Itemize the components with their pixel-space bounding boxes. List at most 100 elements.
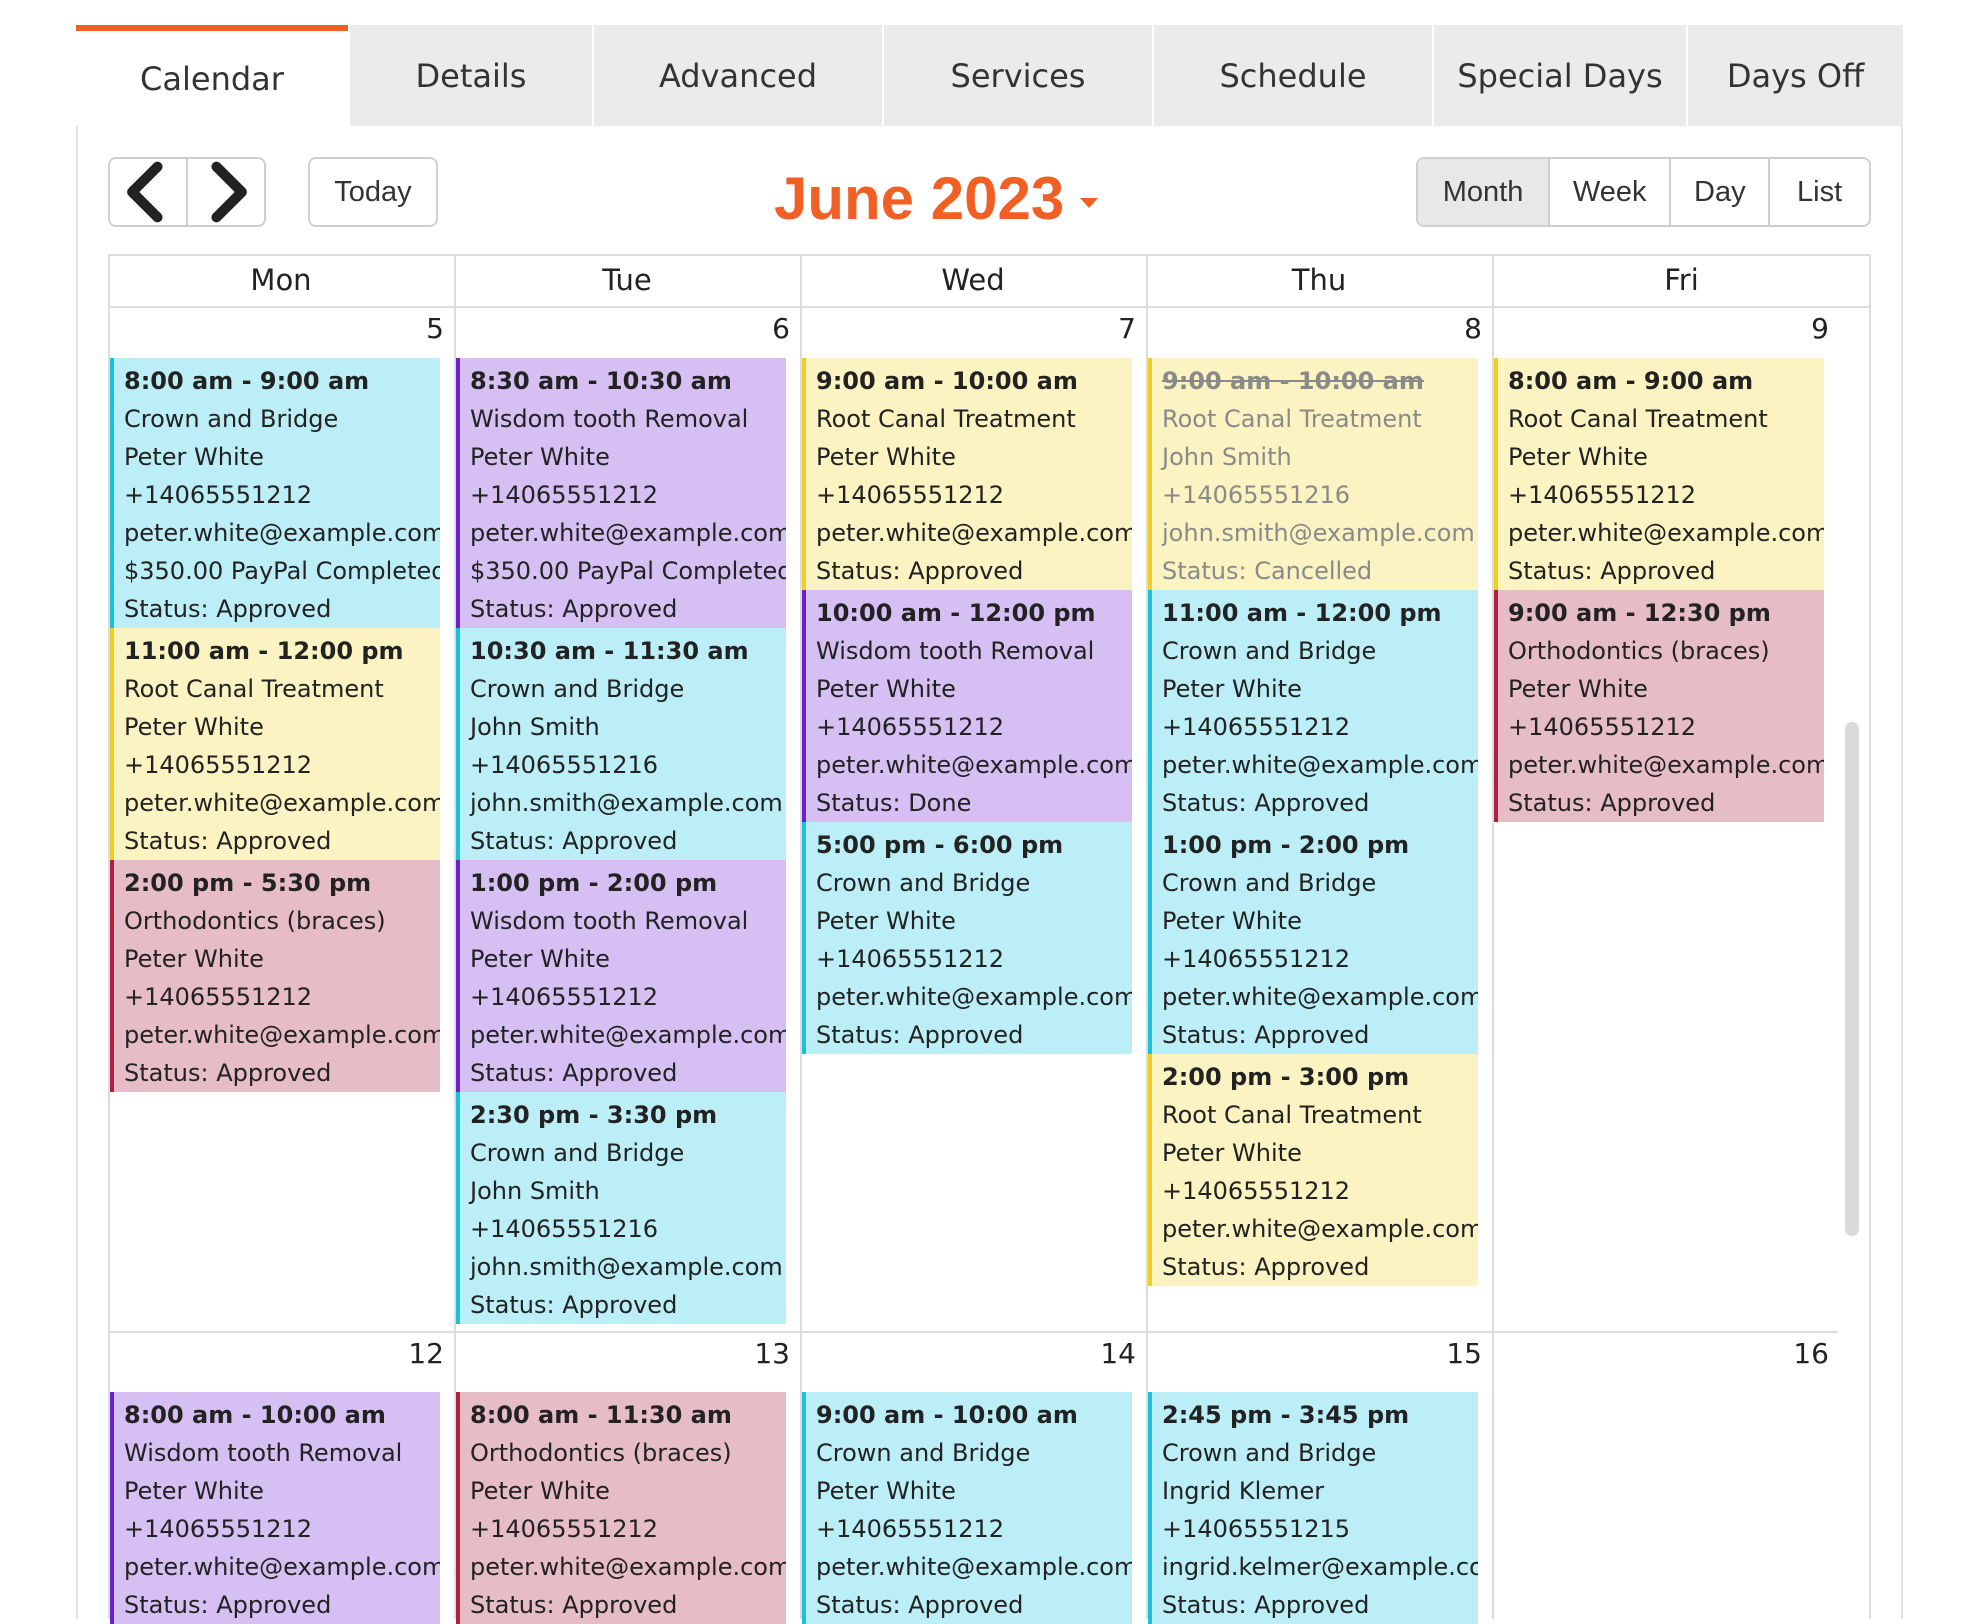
event-email: peter.white@example.com <box>816 983 1132 1011</box>
day-number[interactable]: 15 <box>1422 1337 1482 1370</box>
event-email: peter.white@example.com <box>470 1021 786 1049</box>
event-time: 2:45 pm - 3:45 pm <box>1162 1401 1410 1429</box>
tab-schedule[interactable]: Schedule <box>1152 25 1432 126</box>
day-number[interactable]: 13 <box>730 1337 790 1370</box>
appointment-event[interactable]: 10:30 am - 11:30 am Crown and Bridge John … <box>456 628 786 860</box>
today-button[interactable]: Today <box>308 157 438 227</box>
event-service: Wisdom tooth Removal <box>470 907 749 935</box>
tab-details[interactable]: Details <box>348 25 592 126</box>
event-client: Peter White <box>1162 675 1302 703</box>
prev-button[interactable] <box>110 159 186 225</box>
event-client: Peter White <box>816 675 956 703</box>
day-number[interactable]: 7 <box>1076 312 1136 345</box>
event-email: peter.white@example.com <box>1162 1215 1478 1243</box>
appointment-event[interactable]: 9:00 am - 10:00 am Crown and Bridge Peter … <box>802 1392 1132 1624</box>
event-time: 2:00 pm - 3:00 pm <box>1162 1063 1410 1091</box>
appointment-event[interactable]: 11:00 am - 12:00 pm Root Canal Treatment P… <box>110 628 440 860</box>
event-time: 8:00 am - 9:00 am <box>1508 367 1754 395</box>
appointment-event[interactable]: 8:00 am - 9:00 am Root Canal Treatment Pet… <box>1494 358 1824 590</box>
appointment-event[interactable]: 8:00 am - 9:00 am Crown and Bridge Peter W… <box>110 358 440 628</box>
event-service: Root Canal Treatment <box>1162 1101 1422 1129</box>
event-client: Peter White <box>124 945 264 973</box>
scrollbar[interactable] <box>1845 722 1859 1236</box>
event-service: Orthodontics (braces) <box>470 1439 732 1467</box>
event-status: Status: Approved <box>1162 1253 1370 1281</box>
tab-days-off[interactable]: Days Off <box>1686 25 1903 126</box>
appointment-event[interactable]: 10:00 am - 12:00 pm Wisdom tooth Removal P… <box>802 590 1132 822</box>
event-email: peter.white@example.com <box>470 1553 786 1581</box>
event-phone: +14065551216 <box>1162 481 1351 509</box>
event-phone: +14065551212 <box>124 751 313 779</box>
day-header-mon: Mon <box>250 263 312 297</box>
event-status: Status: Approved <box>470 595 678 623</box>
caret-down-icon <box>1080 198 1099 208</box>
event-client: Peter White <box>1162 907 1302 935</box>
appointment-event[interactable]: 1:00 pm - 2:00 pm Wisdom tooth Removal Pet… <box>456 860 786 1092</box>
appointment-event[interactable]: 2:00 pm - 3:00 pm Root Canal Treatment Pet… <box>1148 1054 1478 1286</box>
tab-services[interactable]: Services <box>882 25 1152 126</box>
view-day-button[interactable]: Day <box>1669 159 1768 225</box>
tab-advanced[interactable]: Advanced <box>592 25 882 126</box>
event-client: Peter White <box>1162 1139 1302 1167</box>
appointment-event[interactable]: 9:00 am - 10:00 am Root Canal Treatment Jo… <box>1148 358 1478 590</box>
day-number[interactable]: 9 <box>1769 312 1829 345</box>
event-time: 11:00 am - 12:00 pm <box>124 637 404 665</box>
event-phone: +14065551212 <box>1508 481 1697 509</box>
event-client: Peter White <box>470 1477 610 1505</box>
view-month-button[interactable]: Month <box>1418 159 1549 225</box>
tab-bar: Calendar Details Advanced Services Sched… <box>76 25 1903 126</box>
appointment-event[interactable]: 5:00 pm - 6:00 pm Crown and Bridge Peter W… <box>802 822 1132 1054</box>
appointment-event[interactable]: 9:00 am - 10:00 am Root Canal Treatment Pe… <box>802 358 1132 590</box>
day-number[interactable]: 14 <box>1076 1337 1136 1370</box>
month-title-dropdown[interactable]: June 2023 <box>774 160 1099 236</box>
day-number[interactable]: 12 <box>384 1337 444 1370</box>
event-service: Crown and Bridge <box>470 675 685 703</box>
event-client: Peter White <box>124 713 264 741</box>
event-service: Crown and Bridge <box>816 869 1031 897</box>
event-status: Status: Approved <box>124 1591 332 1619</box>
day-header-fri: Fri <box>1664 263 1699 297</box>
event-time: 11:00 am - 12:00 pm <box>1162 599 1442 627</box>
event-status: Status: Approved <box>1162 1591 1370 1619</box>
event-email: john.smith@example.com <box>470 1253 783 1281</box>
appointment-event[interactable]: 2:30 pm - 3:30 pm Crown and Bridge John Sm… <box>456 1092 786 1324</box>
day-number[interactable]: 8 <box>1422 312 1482 345</box>
day-number[interactable]: 5 <box>384 312 444 345</box>
event-service: Root Canal Treatment <box>1162 405 1422 433</box>
event-status: Status: Approved <box>124 595 332 623</box>
view-list-button[interactable]: List <box>1768 159 1869 225</box>
event-time: 9:00 am - 12:30 pm <box>1508 599 1771 627</box>
appointment-event[interactable]: 1:00 pm - 2:00 pm Crown and Bridge Peter W… <box>1148 822 1478 1054</box>
day-header-wed: Wed <box>941 263 1005 297</box>
day-number[interactable]: 16 <box>1769 1337 1829 1370</box>
appointment-event[interactable]: 2:00 pm - 5:30 pm Orthodontics (braces) Pe… <box>110 860 440 1092</box>
row-divider <box>108 1331 1838 1333</box>
appointment-event[interactable]: 2:45 pm - 3:45 pm Crown and Bridge Ingrid … <box>1148 1392 1478 1624</box>
appointment-event[interactable]: 11:00 am - 12:00 pm Crown and Bridge Peter… <box>1148 590 1478 822</box>
appointment-event[interactable]: 9:00 am - 12:30 pm Orthodontics (braces) P… <box>1494 590 1824 822</box>
event-status: Status: Approved <box>816 1591 1024 1619</box>
appointment-event[interactable]: 8:00 am - 11:30 am Orthodontics (braces) P… <box>456 1392 786 1624</box>
next-button[interactable] <box>186 159 264 225</box>
appointment-event[interactable]: 8:00 am - 10:00 am Wisdom tooth Removal Pe… <box>110 1392 440 1624</box>
event-time: 8:30 am - 10:30 am <box>470 367 732 395</box>
view-week-button[interactable]: Week <box>1548 159 1669 225</box>
tab-calendar[interactable]: Calendar <box>76 25 348 126</box>
event-service: Crown and Bridge <box>1162 1439 1377 1467</box>
day-number[interactable]: 6 <box>730 312 790 345</box>
event-email: peter.white@example.com <box>816 519 1132 547</box>
event-service: Crown and Bridge <box>1162 637 1377 665</box>
event-client: Peter White <box>1508 443 1648 471</box>
event-service: Crown and Bridge <box>816 1439 1031 1467</box>
event-time: 9:00 am - 10:00 am <box>1162 367 1424 395</box>
event-email: john.smith@example.com <box>470 789 783 817</box>
event-status: Status: Approved <box>470 1059 678 1087</box>
appointment-event[interactable]: 8:30 am - 10:30 am Wisdom tooth Removal Pe… <box>456 358 786 628</box>
event-email: peter.white@example.com <box>1508 519 1824 547</box>
event-time: 8:00 am - 9:00 am <box>124 367 370 395</box>
event-service: Wisdom tooth Removal <box>470 405 749 433</box>
event-phone: +14065551212 <box>1162 945 1351 973</box>
tab-special-days[interactable]: Special Days <box>1432 25 1686 126</box>
event-client: Peter White <box>816 1477 956 1505</box>
event-time: 5:00 pm - 6:00 pm <box>816 831 1064 859</box>
